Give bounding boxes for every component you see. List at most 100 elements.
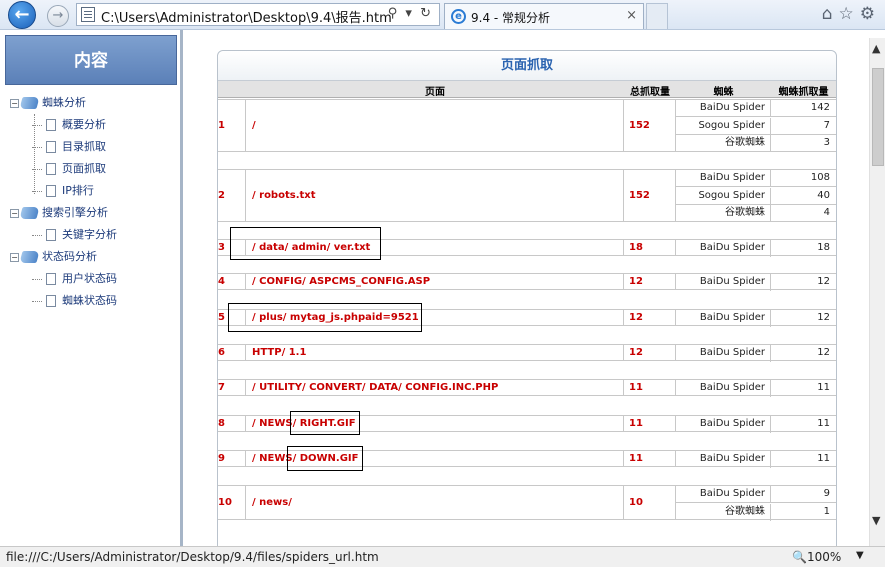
settings-icon[interactable]: ⚙ [860, 4, 881, 24]
tree-item-label[interactable]: 关键字分析 [62, 228, 117, 241]
spider-count: 1 [823, 505, 830, 517]
tree-item-label[interactable]: 概要分析 [62, 118, 106, 131]
tree-group-status-code[interactable]: − 状态码分析 [10, 246, 117, 268]
row-number-text: 7 [218, 382, 225, 393]
row-page[interactable]: / CONFIG/ ASPCMS_CONFIG.ASP [246, 274, 624, 289]
scroll-up-icon[interactable]: ▲ [872, 42, 880, 55]
row-page-text[interactable]: / CONFIG/ ASPCMS_CONFIG.ASP [252, 274, 623, 289]
tab-close-icon[interactable]: × [626, 8, 637, 23]
tree-item-ip-ranking[interactable]: IP排行 [10, 180, 117, 202]
tree-item-overview[interactable]: 概要分析 [10, 114, 117, 136]
row-total-text: 152 [629, 120, 650, 131]
row-page[interactable]: / data/ admin/ ver.txt [246, 240, 624, 255]
address-url[interactable]: C:\Users\Administrator\Desktop\9.4\报告.ht… [101, 7, 392, 26]
scroll-down-icon[interactable]: ▼ [872, 514, 880, 527]
vertical-scrollbar[interactable]: ▲ ▼ [869, 38, 885, 546]
tab-title[interactable]: 9.4 - 常规分析 [471, 9, 550, 26]
spider-subrow: BaiDu Spider 9 [676, 486, 836, 503]
row-page[interactable]: / NEWS/ DOWN.GIF [246, 451, 624, 466]
tree-branch [32, 234, 42, 236]
browser-tab[interactable]: e 9.4 - 常规分析 × [444, 3, 644, 29]
spider-count: 40 [817, 189, 830, 201]
tree-item-keyword-analysis[interactable]: 关键字分析 [10, 224, 117, 246]
table-row: 1 / 152 BaiDu Spider 142 Sogou Spider 7 谷歌蜘蛛 3 [218, 99, 836, 152]
spider-count: 3 [823, 137, 830, 148]
page-icon [81, 7, 95, 22]
table-row: 5/ plus/ mytag_js.phpaid=9521 12 BaiDu Spi… [218, 309, 836, 327]
favorites-icon[interactable]: ☆ [839, 4, 860, 24]
document-icon [46, 141, 56, 153]
zoom-level[interactable]: 🔍100% [792, 550, 841, 564]
new-tab-button[interactable] [646, 3, 668, 29]
row-page-text[interactable]: / data/ admin/ ver.txt [252, 240, 623, 255]
row-page-text[interactable]: HTTP/ 1.1 [252, 345, 623, 360]
tree-item-label[interactable]: 蜘蛛状态码 [62, 294, 117, 307]
row-page-text[interactable]: / UTILITY/ CONVERT/ DATA/ CONFIG.INC.PHP [252, 380, 623, 395]
row-total-text: 11 [629, 453, 643, 464]
tree-item-directory-crawl[interactable]: 目录抓取 [10, 136, 117, 158]
table-row: 6 HTTP/ 1.1 12 BaiDu Spider 12 [218, 344, 836, 362]
row-page[interactable]: / NEWS/ RIGHT.GIF [246, 416, 624, 431]
row-page-text[interactable]: / NEWS/ RIGHT.GIF [252, 416, 623, 431]
header-page: 页面 [425, 87, 445, 98]
row-page[interactable]: HTTP/ 1.1 [246, 345, 624, 360]
row-number-text: 6 [218, 347, 225, 358]
spider-subrow: Sogou Spider 40 [676, 187, 836, 205]
spider-name: 谷歌蜘蛛 [676, 135, 771, 152]
document-icon [46, 295, 56, 307]
spider-name: BaiDu Spider [676, 486, 771, 503]
tree-group-label[interactable]: 状态码分析 [42, 250, 97, 263]
tree-item-label[interactable]: 用户状态码 [62, 272, 117, 285]
status-url: file:///C:/Users/Administrator/Desktop/9… [6, 550, 379, 564]
document-icon [46, 273, 56, 285]
row-total: 152 [624, 170, 676, 221]
row-page[interactable]: / news/ [246, 486, 624, 519]
table-row: 10 / news/10 BaiDu Spider 9 谷歌蜘蛛 1 [218, 485, 836, 521]
collapse-icon[interactable]: − [10, 208, 19, 218]
tree-item-user-status[interactable]: 用户状态码 [10, 268, 117, 290]
address-bar-icons[interactable]: ⚲ ▾ ↻ [388, 6, 433, 21]
forward-button[interactable]: → [47, 5, 69, 27]
tree-item-label[interactable]: 页面抓取 [62, 162, 106, 175]
address-bar[interactable]: C:\Users\Administrator\Desktop\9.4\报告.ht… [76, 3, 440, 26]
tree-group-label[interactable]: 蜘蛛分析 [42, 96, 86, 109]
scroll-thumb[interactable] [872, 68, 884, 166]
row-total: 11 [624, 416, 676, 431]
tree-group-search-engine[interactable]: − 搜索引擎分析 [10, 202, 117, 224]
row-number: 9 [218, 451, 246, 466]
row-total-text: 11 [629, 382, 643, 393]
row-number: 3 [218, 240, 246, 255]
back-button[interactable]: ← [8, 1, 36, 29]
row-page[interactable]: / UTILITY/ CONVERT/ DATA/ CONFIG.INC.PHP [246, 380, 624, 395]
row-page-text[interactable]: / robots.txt [252, 170, 623, 221]
spider-count: 108 [810, 172, 830, 183]
row-page[interactable]: / plus/ mytag_js.phpaid=9521 [246, 310, 624, 325]
spider-name: BaiDu Spider [676, 380, 771, 397]
spider-count: 9 [823, 488, 830, 499]
row-total: 18 [624, 240, 676, 255]
collapse-icon[interactable]: − [10, 252, 19, 262]
table-row: 2 / robots.txt 152 BaiDu Spider 108 Sogou Spi… [218, 169, 836, 222]
document-icon [46, 229, 56, 241]
row-page-text[interactable]: / plus/ mytag_js.phpaid=9521 [252, 310, 623, 325]
row-number-text: 5 [218, 312, 225, 323]
home-icon[interactable]: ⌂ [822, 4, 839, 24]
collapse-icon[interactable]: − [10, 98, 19, 108]
toolbar-icons: ⌂☆⚙ [822, 4, 881, 24]
spider-subrow: 谷歌蜘蛛 1 [676, 503, 836, 521]
row-page[interactable]: / [246, 100, 624, 151]
row-page-text[interactable]: / NEWS/ DOWN.GIF [252, 451, 623, 466]
tree-group-spider-analysis[interactable]: − 蜘蛛分析 [10, 92, 117, 114]
tree-group-label[interactable]: 搜索引擎分析 [42, 206, 108, 219]
tree-item-label[interactable]: IP排行 [62, 184, 94, 197]
browser-toolbar: ← → C:\Users\Administrator\Desktop\9.4\报… [0, 0, 885, 30]
tree-item-label[interactable]: 目录抓取 [62, 140, 106, 153]
zoom-dropdown-icon[interactable]: ▼ [856, 550, 864, 561]
spider-name: BaiDu Spider [676, 451, 771, 468]
tree-item-spider-status[interactable]: 蜘蛛状态码 [10, 290, 117, 312]
row-page-text[interactable]: / news/ [252, 486, 623, 519]
row-total-text: 152 [629, 190, 650, 201]
row-page[interactable]: / robots.txt [246, 170, 624, 221]
tree-item-page-crawl[interactable]: 页面抓取 [10, 158, 117, 180]
row-page-text[interactable]: / [252, 100, 623, 151]
